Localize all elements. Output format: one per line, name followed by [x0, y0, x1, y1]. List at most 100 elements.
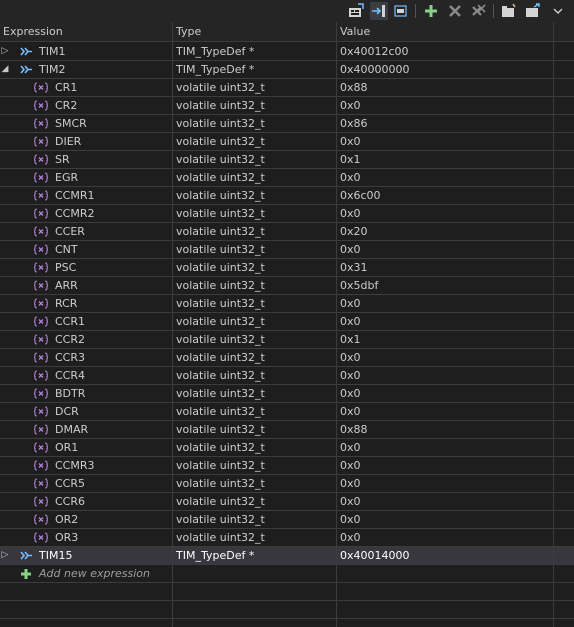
expression-cell: ▷ TIM15 [0, 547, 172, 564]
field-variable-icon [34, 316, 48, 327]
value-cell[interactable]: 0x0 [337, 511, 552, 528]
value-cell[interactable]: 0x6c00 [337, 187, 552, 204]
field-name: SR [55, 153, 70, 166]
field-variable-icon [34, 136, 48, 147]
type-cell: volatile uint32_t [176, 261, 265, 274]
field-row[interactable]: BDTR volatile uint32_t 0x0 [0, 385, 574, 403]
field-row[interactable]: CR1 volatile uint32_t 0x88 [0, 79, 574, 97]
add-new-expression-label[interactable]: Add new expression [39, 565, 150, 582]
value-cell[interactable]: 0x31 [337, 259, 552, 276]
field-row[interactable]: SR volatile uint32_t 0x1 [0, 151, 574, 169]
field-row[interactable]: DCR volatile uint32_t 0x0 [0, 403, 574, 421]
collapsed-arrow-icon[interactable]: ▷ [0, 43, 10, 60]
field-variable-icon [34, 352, 48, 363]
expression-cell: CCR1 [0, 313, 172, 330]
type-cell: volatile uint32_t [176, 81, 265, 94]
column-header-type[interactable]: Type [173, 22, 336, 42]
add-expression-icon[interactable] [422, 2, 440, 20]
table-header: Expression Type Value [0, 22, 574, 42]
field-row[interactable]: RCR volatile uint32_t 0x0 [0, 295, 574, 313]
field-row[interactable]: CCR6 volatile uint32_t 0x0 [0, 493, 574, 511]
field-row[interactable]: CCMR2 volatile uint32_t 0x0 [0, 205, 574, 223]
value-cell[interactable]: 0x88 [337, 79, 552, 96]
column-header-value[interactable]: Value [337, 22, 552, 42]
value-cell[interactable]: 0x0 [337, 349, 552, 366]
value-cell[interactable]: 0x88 [337, 421, 552, 438]
show-as-hex-icon[interactable] [347, 2, 365, 20]
field-name: DCR [55, 405, 79, 418]
field-row[interactable]: DMAR volatile uint32_t 0x88 [0, 421, 574, 439]
field-row[interactable]: CCR2 volatile uint32_t 0x1 [0, 331, 574, 349]
value-cell[interactable]: 0x40000000 [337, 61, 552, 78]
refresh-icon[interactable] [370, 2, 388, 20]
value-cell[interactable]: 0x86 [337, 115, 552, 132]
field-variable-icon [34, 172, 48, 183]
value-cell[interactable]: 0x0 [337, 493, 552, 510]
value-cell[interactable]: 0x0 [337, 403, 552, 420]
collapse-all-icon[interactable] [392, 2, 410, 20]
value-cell[interactable]: 0x0 [337, 295, 552, 312]
value-cell[interactable]: 0x5dbf [337, 277, 552, 294]
collapsed-arrow-icon[interactable]: ▷ [0, 547, 10, 564]
field-row[interactable]: CCMR1 volatile uint32_t 0x6c00 [0, 187, 574, 205]
view-menu-chevron-icon[interactable] [549, 2, 567, 20]
expression-name: TIM2 [39, 63, 66, 76]
field-row[interactable]: CCR5 volatile uint32_t 0x0 [0, 475, 574, 493]
value-cell[interactable]: 0x0 [337, 439, 552, 456]
value-cell[interactable]: 0x1 [337, 151, 552, 168]
struct-expression-row[interactable]: ◢ TIM2 TIM_TypeDef * 0x40000000 [0, 61, 574, 79]
field-variable-icon [34, 82, 48, 93]
field-row[interactable]: CCR3 volatile uint32_t 0x0 [0, 349, 574, 367]
value-cell[interactable]: 0x0 [337, 241, 552, 258]
value-cell[interactable]: 0x0 [337, 367, 552, 384]
field-variable-icon [34, 460, 48, 471]
value-cell[interactable]: 0x0 [337, 385, 552, 402]
value-cell[interactable]: 0x0 [337, 133, 552, 150]
field-row[interactable]: PSC volatile uint32_t 0x31 [0, 259, 574, 277]
field-name: CR1 [55, 81, 78, 94]
value-cell[interactable]: 0x0 [337, 97, 552, 114]
add-expression-icon[interactable] [19, 568, 33, 579]
remove-expression-icon[interactable] [446, 2, 464, 20]
add-new-expression-row[interactable]: Add new expression [0, 565, 574, 583]
type-cell: volatile uint32_t [176, 405, 265, 418]
field-row[interactable]: OR3 volatile uint32_t 0x0 [0, 529, 574, 547]
value-cell[interactable]: 0x20 [337, 223, 552, 240]
field-row[interactable]: CCR1 volatile uint32_t 0x0 [0, 313, 574, 331]
field-row[interactable]: DIER volatile uint32_t 0x0 [0, 133, 574, 151]
field-variable-icon [34, 100, 48, 111]
field-row[interactable]: CR2 volatile uint32_t 0x0 [0, 97, 574, 115]
struct-expression-row[interactable]: ▷ TIM15 TIM_TypeDef * 0x40014000 [0, 547, 574, 565]
field-row[interactable]: CNT volatile uint32_t 0x0 [0, 241, 574, 259]
field-row[interactable]: OR2 volatile uint32_t 0x0 [0, 511, 574, 529]
value-cell[interactable]: 0x0 [337, 457, 552, 474]
field-name: CCMR3 [55, 459, 95, 472]
field-name: CR2 [55, 99, 78, 112]
field-row[interactable]: CCMR3 volatile uint32_t 0x0 [0, 457, 574, 475]
value-cell[interactable]: 0x1 [337, 331, 552, 348]
column-header-expression[interactable]: Expression [0, 22, 172, 42]
value-cell[interactable]: 0x0 [337, 169, 552, 186]
field-row[interactable]: OR1 volatile uint32_t 0x0 [0, 439, 574, 457]
expression-cell: PSC [0, 259, 172, 276]
import-icon[interactable] [500, 2, 518, 20]
value-cell[interactable]: 0x0 [337, 205, 552, 222]
field-row[interactable]: ARR volatile uint32_t 0x5dbf [0, 277, 574, 295]
value-cell[interactable]: 0x40012c00 [337, 43, 552, 60]
field-row[interactable]: EGR volatile uint32_t 0x0 [0, 169, 574, 187]
field-row[interactable]: CCER volatile uint32_t 0x20 [0, 223, 574, 241]
value-cell[interactable]: 0x40014000 [337, 547, 552, 564]
value-cell[interactable]: 0x0 [337, 475, 552, 492]
field-row[interactable]: SMCR volatile uint32_t 0x86 [0, 115, 574, 133]
expression-cell: CCMR2 [0, 205, 172, 222]
value-cell[interactable]: 0x0 [337, 313, 552, 330]
remove-all-icon[interactable] [470, 2, 488, 20]
field-name: CNT [55, 243, 78, 256]
value-cell[interactable]: 0x0 [337, 529, 552, 546]
field-variable-icon [34, 388, 48, 399]
export-icon[interactable] [524, 2, 542, 20]
expanded-arrow-icon[interactable]: ◢ [0, 61, 10, 78]
struct-expression-row[interactable]: ▷ TIM1 TIM_TypeDef * 0x40012c00 [0, 43, 574, 61]
field-row[interactable]: CCR4 volatile uint32_t 0x0 [0, 367, 574, 385]
expression-cell: OR1 [0, 439, 172, 456]
